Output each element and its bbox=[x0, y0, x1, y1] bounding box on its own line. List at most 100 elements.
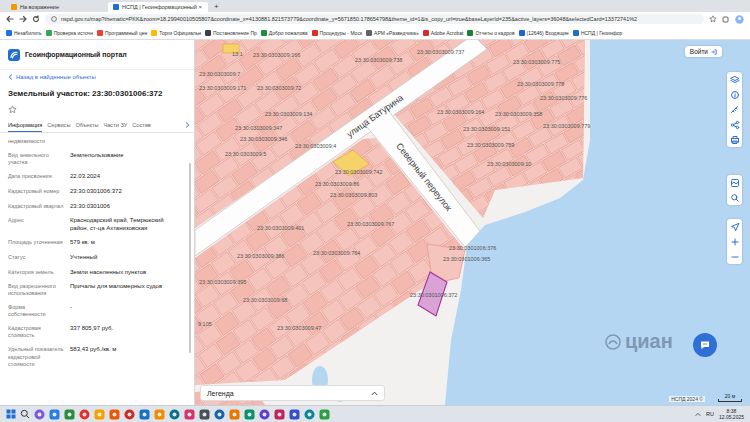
legend-panel[interactable]: Легенда bbox=[200, 385, 385, 401]
parcel[interactable] bbox=[411, 210, 435, 231]
app-icon[interactable] bbox=[79, 409, 90, 420]
parcel[interactable] bbox=[323, 339, 348, 363]
tab-close-button[interactable]: × bbox=[197, 4, 203, 10]
map-tool-button[interactable] bbox=[727, 190, 742, 205]
app-icon[interactable] bbox=[139, 409, 150, 420]
parcel[interactable] bbox=[357, 225, 381, 246]
bookmark[interactable]: НСПД | Геоинфор bbox=[573, 30, 622, 36]
parcel[interactable] bbox=[289, 363, 314, 387]
parcel[interactable] bbox=[393, 311, 418, 335]
parcel[interactable] bbox=[352, 333, 378, 357]
parcel[interactable] bbox=[378, 197, 402, 218]
parcel[interactable] bbox=[397, 371, 422, 395]
app-icon[interactable] bbox=[94, 409, 105, 420]
bookmark[interactable]: Добро пожалова bbox=[261, 30, 308, 36]
parcel[interactable] bbox=[308, 76, 332, 97]
map-tool-button[interactable] bbox=[727, 219, 742, 234]
parcel[interactable] bbox=[195, 176, 196, 200]
parcel[interactable] bbox=[251, 356, 273, 377]
parcel[interactable] bbox=[420, 40, 444, 48]
portal-logo-icon[interactable] bbox=[8, 49, 20, 61]
app-icon[interactable] bbox=[199, 409, 210, 420]
parcel[interactable] bbox=[325, 82, 349, 103]
app-icon[interactable] bbox=[304, 409, 315, 420]
bookmark-star-icon[interactable] bbox=[709, 15, 717, 23]
parcel[interactable] bbox=[363, 60, 387, 81]
bookmark[interactable]: Незабилить bbox=[6, 30, 42, 36]
parcel[interactable] bbox=[224, 160, 249, 184]
parcel[interactable] bbox=[377, 343, 402, 367]
app-icon[interactable] bbox=[49, 409, 60, 420]
bookmark[interactable]: Проверка источн bbox=[46, 30, 93, 36]
parcel[interactable] bbox=[195, 164, 213, 188]
parcel[interactable] bbox=[406, 245, 430, 266]
map-tool-button[interactable] bbox=[727, 72, 742, 87]
parcel[interactable] bbox=[372, 320, 398, 344]
app-icon[interactable] bbox=[109, 409, 120, 420]
parcel[interactable] bbox=[283, 402, 305, 405]
parcel[interactable] bbox=[361, 64, 386, 88]
parcel[interactable] bbox=[485, 184, 509, 205]
parcel[interactable] bbox=[202, 92, 227, 116]
parcel[interactable] bbox=[360, 78, 384, 99]
scrollbar[interactable] bbox=[189, 163, 191, 353]
parcel[interactable] bbox=[322, 100, 346, 121]
parcel[interactable] bbox=[395, 331, 420, 355]
parcel[interactable] bbox=[373, 232, 397, 253]
parcel[interactable] bbox=[332, 347, 358, 371]
parcel[interactable] bbox=[267, 362, 289, 383]
bookmark[interactable]: (12646) Входящие bbox=[519, 30, 569, 36]
site-info-icon[interactable] bbox=[51, 16, 57, 22]
parcel[interactable] bbox=[195, 196, 197, 220]
parcel[interactable] bbox=[237, 88, 262, 112]
parcel[interactable] bbox=[235, 333, 257, 354]
profile-icon[interactable] bbox=[735, 15, 744, 24]
parcel[interactable] bbox=[306, 40, 331, 64]
app-icon[interactable] bbox=[289, 409, 300, 420]
parcel[interactable] bbox=[327, 65, 351, 86]
parcel[interactable] bbox=[415, 379, 440, 403]
parcel[interactable] bbox=[195, 144, 212, 168]
parcel[interactable] bbox=[311, 58, 335, 79]
card-tab[interactable]: Части ЗУ bbox=[104, 119, 128, 132]
app-icon[interactable] bbox=[319, 409, 330, 420]
app-icon[interactable] bbox=[184, 409, 195, 420]
back-arrow-icon[interactable] bbox=[6, 15, 14, 23]
app-icon[interactable] bbox=[34, 409, 45, 420]
parcel[interactable] bbox=[219, 345, 241, 366]
parcel[interactable] bbox=[379, 52, 404, 76]
parcel[interactable] bbox=[384, 40, 408, 53]
parcel[interactable] bbox=[359, 335, 384, 359]
parcel[interactable] bbox=[344, 76, 369, 100]
app-icon[interactable] bbox=[244, 409, 255, 420]
parcel[interactable] bbox=[342, 347, 367, 371]
parcel[interactable] bbox=[219, 328, 241, 349]
map-tool-button[interactable] bbox=[727, 87, 742, 102]
map-tool-button[interactable] bbox=[727, 234, 742, 249]
parcel[interactable] bbox=[220, 100, 245, 124]
parcel[interactable] bbox=[235, 316, 257, 337]
parcel[interactable] bbox=[323, 40, 348, 52]
search-icon[interactable] bbox=[20, 409, 30, 419]
app-icon[interactable] bbox=[124, 409, 135, 420]
address-field[interactable]: nspd.gov.ru/map?thematic=PKK&zoom=18.299… bbox=[45, 14, 704, 24]
parcel[interactable] bbox=[253, 56, 278, 80]
parcel[interactable] bbox=[195, 124, 211, 148]
parcel[interactable] bbox=[466, 195, 490, 216]
bookmark[interactable]: АРМ «Разведчика» bbox=[366, 30, 419, 36]
parcel[interactable] bbox=[343, 201, 367, 222]
parcel[interactable] bbox=[341, 89, 365, 110]
new-tab-button[interactable]: + bbox=[210, 2, 223, 12]
parcel[interactable] bbox=[540, 168, 564, 189]
parcel[interactable] bbox=[416, 399, 441, 405]
tabs-more-button[interactable] bbox=[185, 122, 190, 132]
parcel[interactable] bbox=[235, 350, 257, 371]
parcel[interactable] bbox=[512, 187, 537, 211]
parcel[interactable] bbox=[195, 184, 214, 208]
parcel[interactable] bbox=[359, 40, 384, 47]
app-icon[interactable] bbox=[154, 409, 165, 420]
parcel[interactable] bbox=[412, 319, 437, 343]
parcel[interactable] bbox=[268, 345, 290, 366]
parcel[interactable] bbox=[413, 322, 437, 343]
app-icon[interactable] bbox=[64, 409, 75, 420]
